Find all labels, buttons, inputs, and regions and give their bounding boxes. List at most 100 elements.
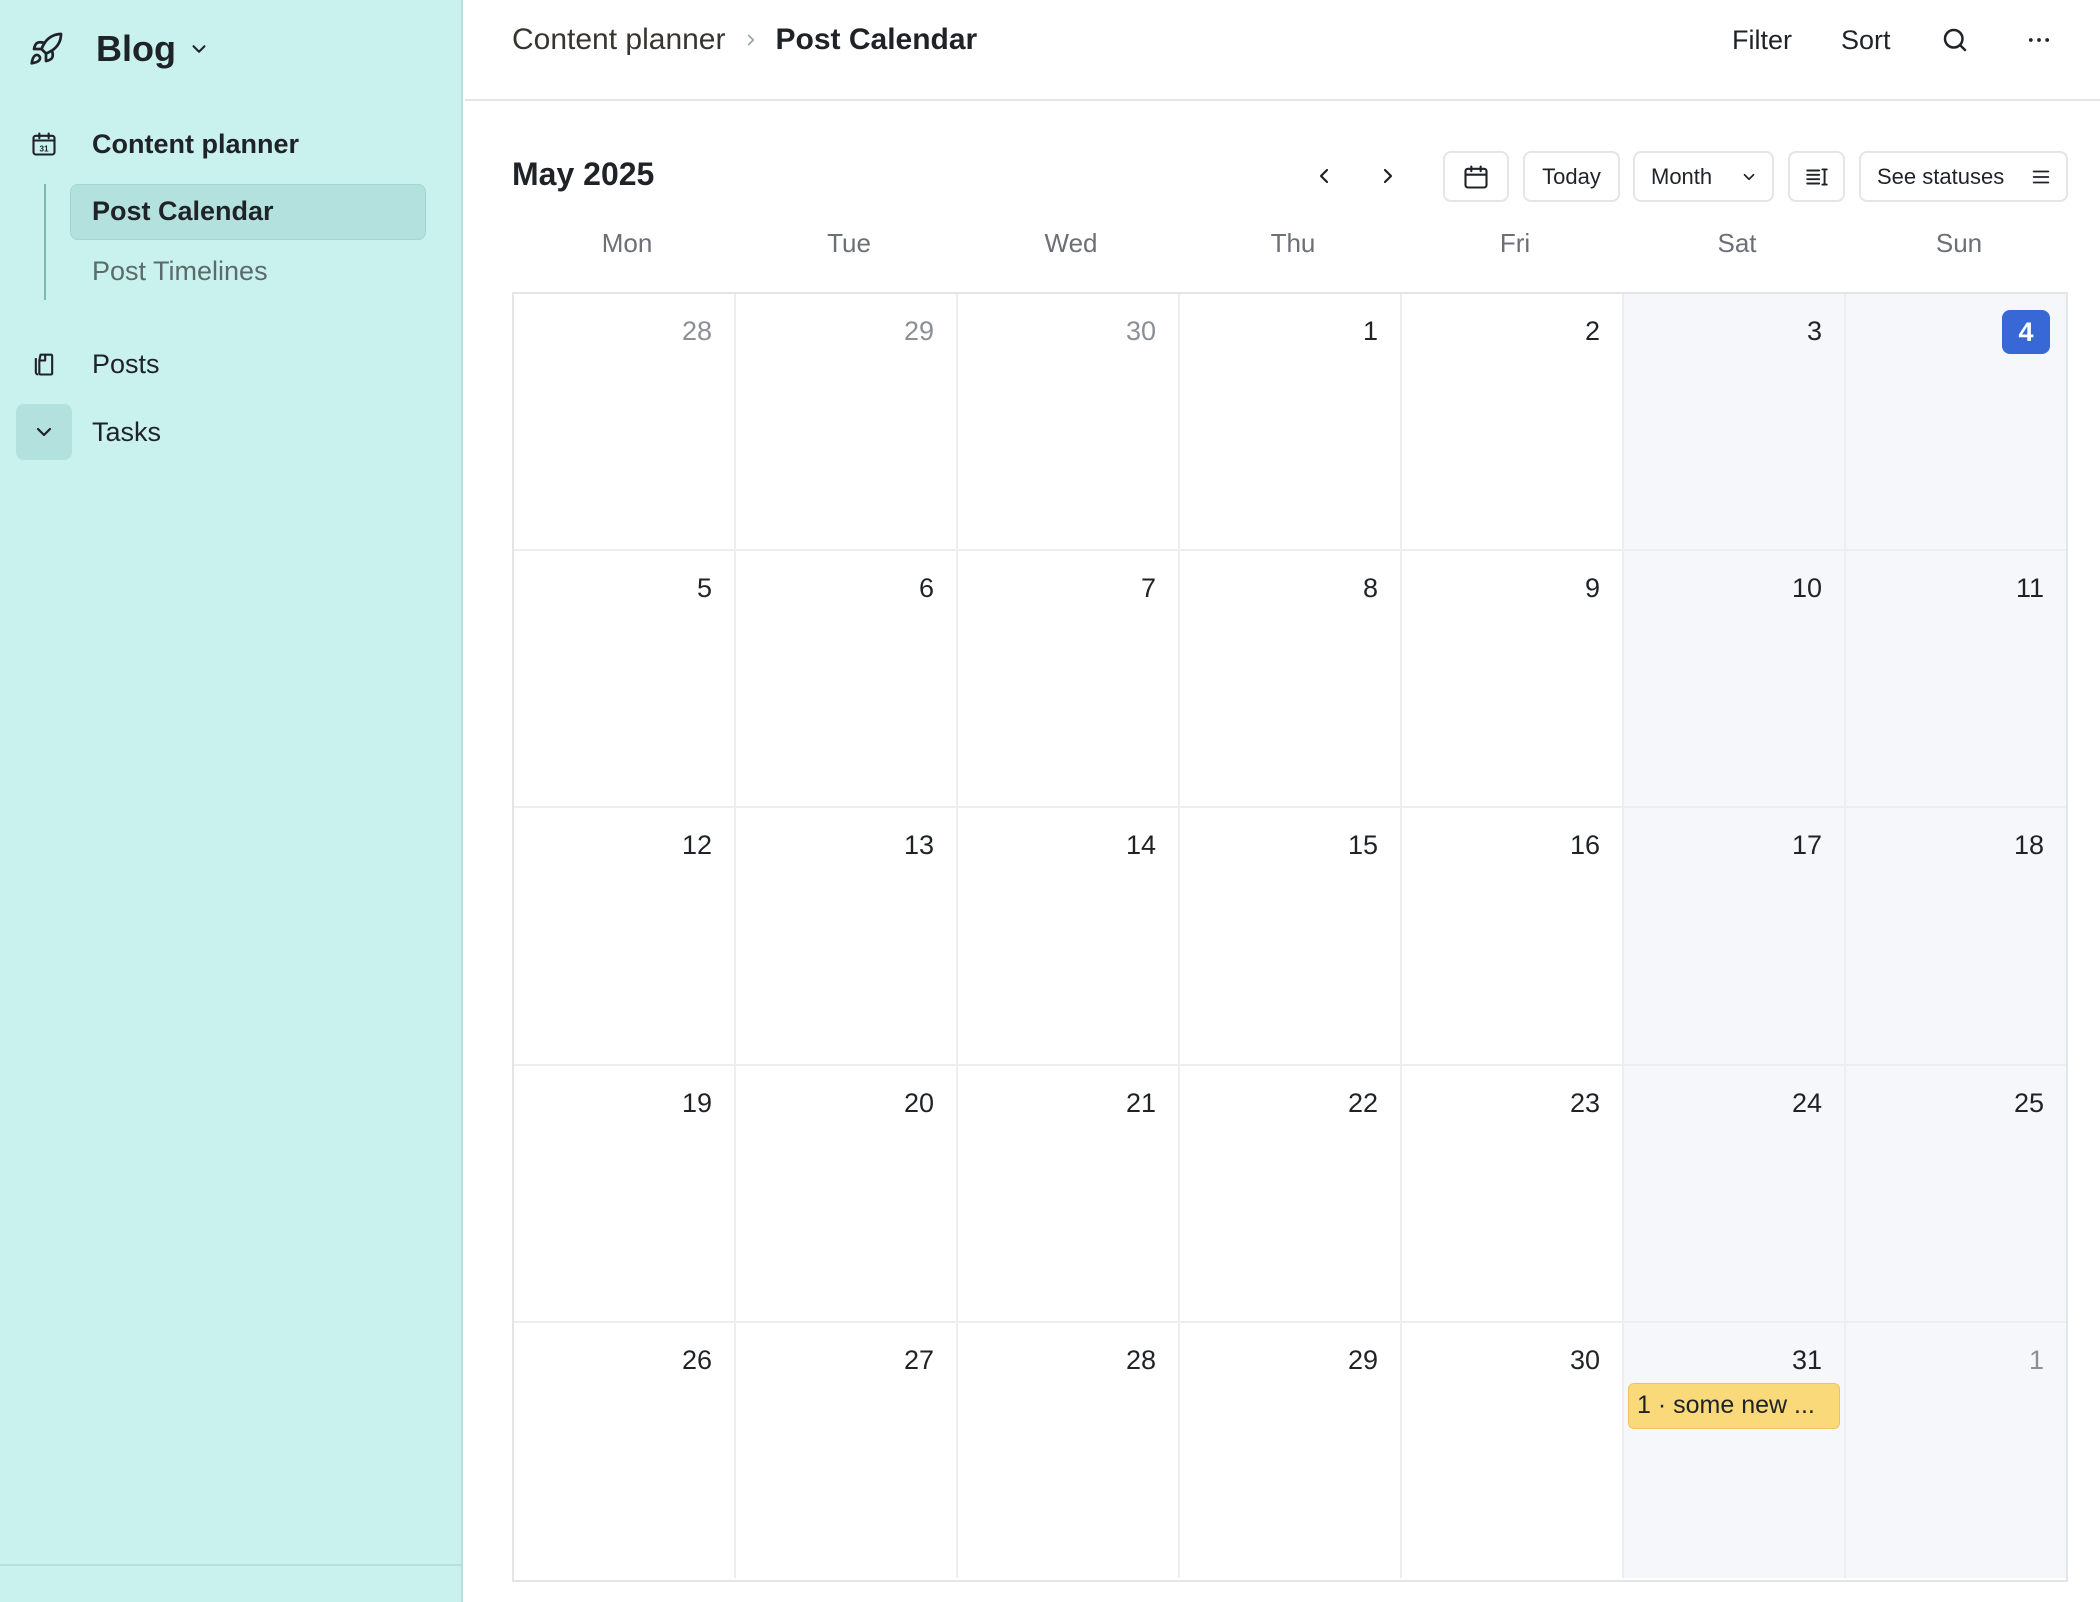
- chevron-down-icon: [1740, 168, 1758, 186]
- sidebar-item-label: Posts: [92, 348, 160, 379]
- subitem-guide-line: [44, 184, 46, 300]
- calendar-day-cell[interactable]: 9: [1402, 551, 1624, 809]
- calendar-day-cell[interactable]: 29: [1180, 1322, 1402, 1578]
- day-number: 28: [681, 316, 712, 346]
- view-select-label: Month: [1651, 163, 1713, 189]
- day-number: 9: [1584, 573, 1600, 604]
- see-statuses-button[interactable]: See statuses: [1859, 151, 2068, 202]
- weekday-thu: Thu: [1270, 228, 1316, 258]
- chevron-left-icon: [1312, 164, 1336, 188]
- calendar-day-cell[interactable]: 8: [1180, 551, 1402, 809]
- sidebar: Blog 31 Content planner Post Calendar Po…: [0, 0, 463, 1602]
- workspace-name: Blog: [96, 28, 176, 69]
- day-number: 1: [2028, 1344, 2044, 1375]
- calendar-day-cell[interactable]: 21: [958, 1065, 1180, 1323]
- calendar-day-cell[interactable]: 3: [1624, 294, 1846, 552]
- day-number: 29: [1347, 1344, 1378, 1375]
- day-number: 31: [1791, 1344, 1822, 1375]
- weekday-sun: Sun: [1935, 228, 1983, 258]
- month-title: May 2025: [512, 156, 655, 192]
- workspace-switcher[interactable]: Blog: [28, 26, 210, 72]
- calendar-day-cell[interactable]: 11: [1846, 551, 2066, 809]
- day-number: 22: [1347, 1087, 1378, 1118]
- day-number: 3: [1806, 316, 1822, 346]
- sidebar-subitem-post-timelines[interactable]: Post Timelines: [92, 256, 268, 287]
- calendar-day-cell[interactable]: 1: [1846, 1322, 2066, 1578]
- weekday-tue: Tue: [827, 228, 871, 258]
- sidebar-item-tasks[interactable]: Tasks: [0, 404, 463, 460]
- today-button[interactable]: Today: [1523, 151, 1620, 202]
- day-number: 1: [1362, 316, 1378, 346]
- calendar-day-cell[interactable]: 22: [1180, 1065, 1402, 1323]
- filter-button[interactable]: Filter: [1732, 20, 1792, 60]
- calendar-day-cell[interactable]: 6: [736, 551, 958, 809]
- calendar-day-cell[interactable]: 23: [1402, 1065, 1624, 1323]
- day-number: 29: [903, 316, 934, 346]
- calendar-event[interactable]: 1 · some new ...: [1628, 1382, 1840, 1429]
- next-month-button[interactable]: [1370, 158, 1406, 194]
- layout-options-button[interactable]: [1788, 151, 1845, 202]
- weekday-sat: Sat: [1717, 228, 1757, 258]
- calendar-day-cell[interactable]: 30: [958, 294, 1180, 552]
- calendar-day-cell[interactable]: 20: [736, 1065, 958, 1323]
- calendar-day-cell[interactable]: 17: [1624, 808, 1846, 1066]
- calendar-icon: [1462, 163, 1490, 191]
- sidebar-item-label: Content planner: [92, 128, 299, 159]
- day-number: 6: [918, 573, 934, 604]
- day-number: 7: [1140, 573, 1156, 604]
- previous-month-button[interactable]: [1306, 158, 1342, 194]
- weekday-wed: Wed: [1044, 228, 1098, 258]
- calendar-day-cell[interactable]: 19: [514, 1065, 736, 1323]
- calendar-day-cell[interactable]: 27: [736, 1322, 958, 1578]
- day-number: 24: [1791, 1087, 1822, 1118]
- calendar-day-cell[interactable]: 18: [1846, 808, 2066, 1066]
- calendar-day-cell[interactable]: 15: [1180, 808, 1402, 1066]
- calendar-day-cell[interactable]: 2: [1402, 294, 1624, 552]
- calendar-day-cell[interactable]: 29: [736, 294, 958, 552]
- day-number: 28: [1125, 1344, 1156, 1375]
- calendar-day-cell[interactable]: 30: [1402, 1322, 1624, 1578]
- search-icon[interactable]: [1940, 20, 1970, 60]
- sidebar-item-label: Tasks: [92, 416, 162, 447]
- calendar-day-cell[interactable]: 1: [1180, 294, 1402, 552]
- calendar-day-cell[interactable]: 24: [1624, 1065, 1846, 1323]
- day-number: 17: [1791, 830, 1822, 861]
- calendar-day-cell[interactable]: 13: [736, 808, 958, 1066]
- sidebar-item-posts[interactable]: Posts: [0, 336, 463, 392]
- menu-lines-icon: [2030, 166, 2052, 188]
- calendar-day-cell[interactable]: 16: [1402, 808, 1624, 1066]
- calendar-day-cell[interactable]: 14: [958, 808, 1180, 1066]
- calendar-day-cell[interactable]: 5: [514, 551, 736, 809]
- day-number: 21: [1125, 1087, 1156, 1118]
- calendar-day-cell[interactable]: 10: [1624, 551, 1846, 809]
- day-number: 25: [2013, 1087, 2044, 1118]
- day-number: 15: [1347, 830, 1378, 861]
- today-label: Today: [1542, 163, 1601, 189]
- calendar-day-cell[interactable]: 28: [514, 294, 736, 552]
- sort-button[interactable]: Sort: [1841, 20, 1891, 60]
- rocket-icon: [28, 31, 64, 67]
- calendar-icon: 31: [30, 130, 58, 158]
- date-picker-button[interactable]: [1443, 151, 1509, 202]
- calendar-grid: 28 29 30 1 2 3 4 5 6 7 8 9 10 11 12 13 14 15 16 17 18 19 20 21 2…: [512, 292, 2068, 1582]
- calendar-day-cell[interactable]: 12: [514, 808, 736, 1066]
- calendar-day-cell[interactable]: 25: [1846, 1065, 2066, 1323]
- day-number: 27: [903, 1344, 934, 1375]
- calendar-day-cell[interactable]: 4: [1846, 294, 2066, 552]
- chevron-right-icon: [1376, 164, 1400, 188]
- view-select[interactable]: Month: [1633, 151, 1774, 202]
- day-number: 12: [681, 830, 712, 861]
- calendar-day-cell[interactable]: 31 1 · some new ...: [1624, 1322, 1846, 1578]
- breadcrumb-current: Post Calendar: [775, 23, 978, 56]
- svg-text:31: 31: [39, 145, 49, 154]
- calendar-day-cell[interactable]: 7: [958, 551, 1180, 809]
- calendar-day-cell[interactable]: 26: [514, 1322, 736, 1578]
- breadcrumb-parent[interactable]: Content planner: [512, 23, 726, 57]
- sidebar-item-content-planner[interactable]: 31 Content planner: [0, 116, 463, 172]
- day-number: 11: [2015, 573, 2044, 604]
- day-number: 30: [1569, 1344, 1600, 1375]
- sidebar-subitem-label: Post Calendar: [92, 196, 274, 226]
- breadcrumb: Content planner Post Calendar: [512, 20, 977, 60]
- calendar-day-cell[interactable]: 28: [958, 1322, 1180, 1578]
- more-options-icon[interactable]: [2025, 20, 2053, 60]
